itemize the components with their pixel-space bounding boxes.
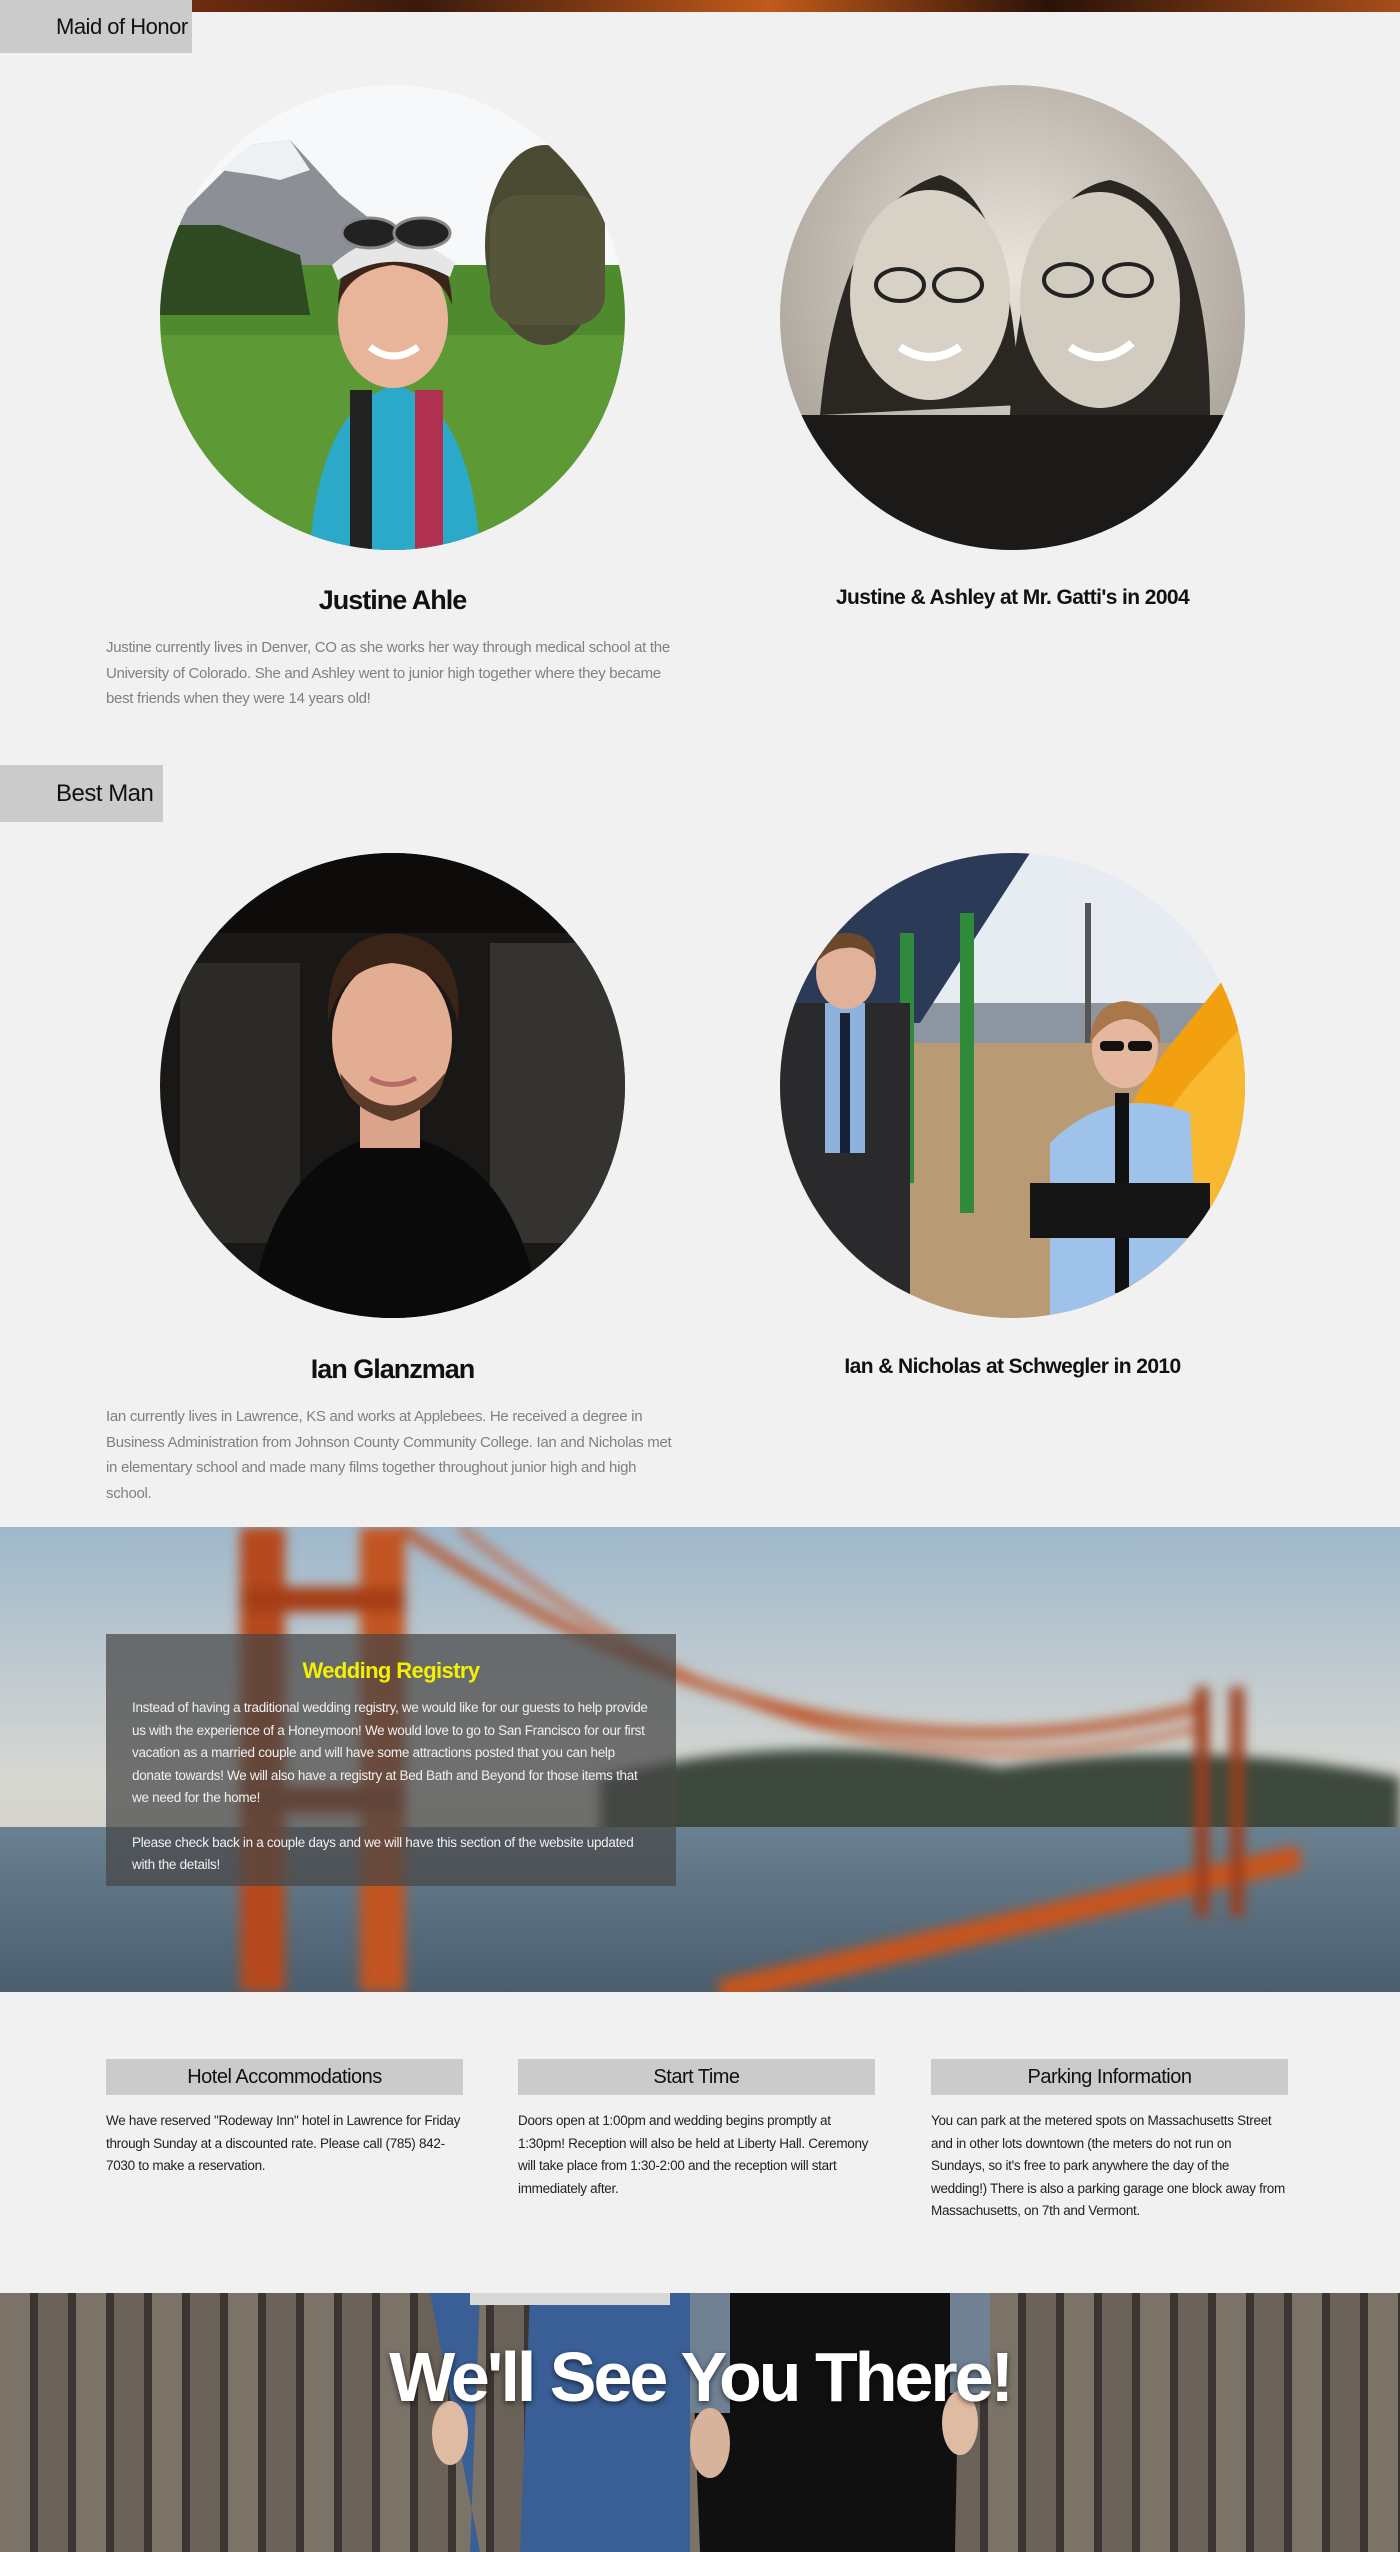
header-image-strip: [0, 0, 1400, 12]
registry-paragraph: Please check back in a couple days and w…: [132, 1834, 634, 1873]
ian-nicholas-photo: [780, 853, 1245, 1318]
parking-info: Parking Information You can park at the …: [931, 2059, 1288, 2223]
maid-of-honor-bio: Justine currently lives in Denver, CO as…: [106, 639, 670, 707]
best-man-photo-caption: Ian & Nicholas at Schwegler in 2010: [844, 1355, 1181, 1378]
best-man-label: Best Man: [0, 765, 163, 822]
registry-panel: Wedding Registry Instead of having a tra…: [106, 1634, 676, 1886]
justine-ashley-photo: [780, 85, 1245, 550]
footer-fence-background: [0, 2293, 1400, 2552]
parking-text: You can park at the metered spots on Mas…: [931, 2113, 1285, 2218]
maid-of-honor-label: Maid of Honor: [0, 0, 192, 53]
start-time-heading: Start Time: [518, 2059, 875, 2095]
start-time-text: Doors open at 1:00pm and wedding begins …: [518, 2113, 869, 2196]
justine-photo: [160, 85, 625, 550]
hotel-text: We have reserved "Rodeway Inn" hotel in …: [106, 2113, 461, 2173]
parking-heading: Parking Information: [931, 2059, 1288, 2095]
ian-photo: [160, 853, 625, 1318]
maid-of-honor-name: Justine Ahle: [318, 585, 468, 615]
best-man-name: Ian Glanzman: [310, 1354, 476, 1384]
registry-text: Instead of having a traditional wedding …: [132, 1697, 650, 1877]
best-man-bio: Ian currently lives in Lawrence, KS and …: [106, 1408, 672, 1502]
start-time-info: Start Time Doors open at 1:00pm and wedd…: [518, 2059, 875, 2200]
footer-title: We'll See You There!: [389, 2338, 1014, 2416]
maid-of-honor-photo-caption: Justine & Ashley at Mr. Gatti's in 2004: [835, 586, 1190, 609]
hotel-heading: Hotel Accommodations: [106, 2059, 463, 2095]
hotel-info: Hotel Accommodations We have reserved "R…: [106, 2059, 463, 2178]
registry-paragraph: Instead of having a traditional wedding …: [132, 1700, 648, 1805]
registry-title: Wedding Registry: [302, 1658, 480, 1683]
